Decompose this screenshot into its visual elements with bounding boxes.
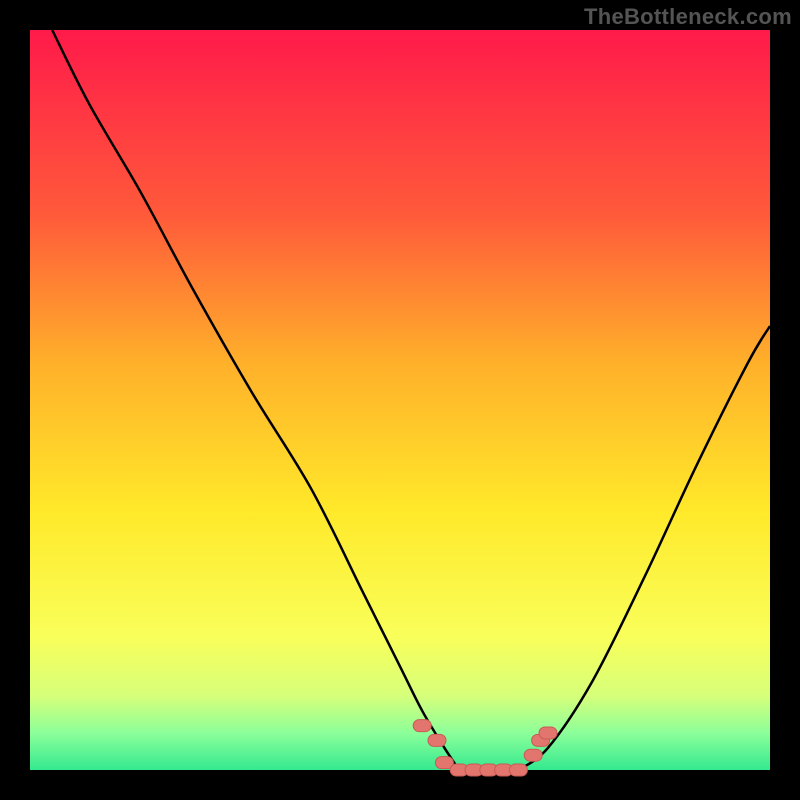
marker-dot xyxy=(539,727,557,739)
marker-dot xyxy=(413,720,431,732)
chart-frame: TheBottleneck.com xyxy=(0,0,800,800)
watermark-text: TheBottleneck.com xyxy=(584,4,792,30)
marker-dot xyxy=(428,734,446,746)
marker-dot xyxy=(509,764,527,776)
marker-dot xyxy=(524,749,542,761)
gradient-panel xyxy=(30,30,770,770)
bottleneck-chart xyxy=(0,0,800,800)
